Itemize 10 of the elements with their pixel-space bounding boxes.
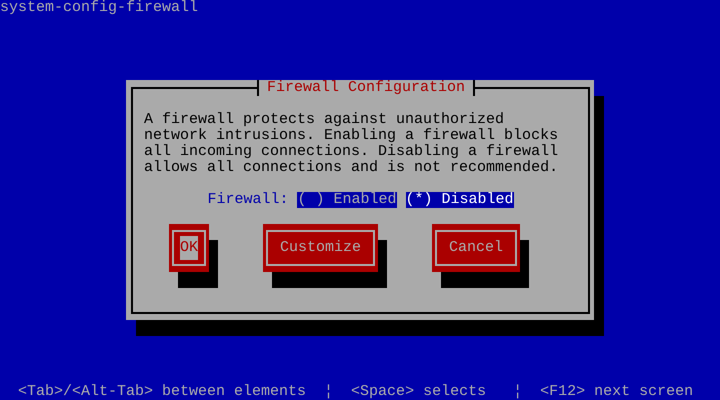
field-label: Firewall: [207, 192, 288, 208]
dialog-button[interactable]: OK [169, 224, 210, 272]
radio-option[interactable]: ( ) Enabled [297, 192, 396, 208]
message-text: A firewall protects against unauthorized network intrusions. Enabling a firewall blocks all incoming connections. Disabling a firewall allows all connections and is not recommended. [144, 112, 560, 176]
dialog-button[interactable]: Customize [263, 224, 378, 272]
radio-option[interactable]: (*) Disabled [406, 192, 514, 208]
dialog-title: Firewall Configuration [256, 80, 476, 96]
dialog-button[interactable]: Cancel [432, 224, 520, 272]
window-title: system-config-firewall [0, 0, 198, 16]
status-text: <Tab>/<Alt-Tab> between elements ¦ <Space> selects ¦ <F12> next screen [18, 384, 694, 400]
